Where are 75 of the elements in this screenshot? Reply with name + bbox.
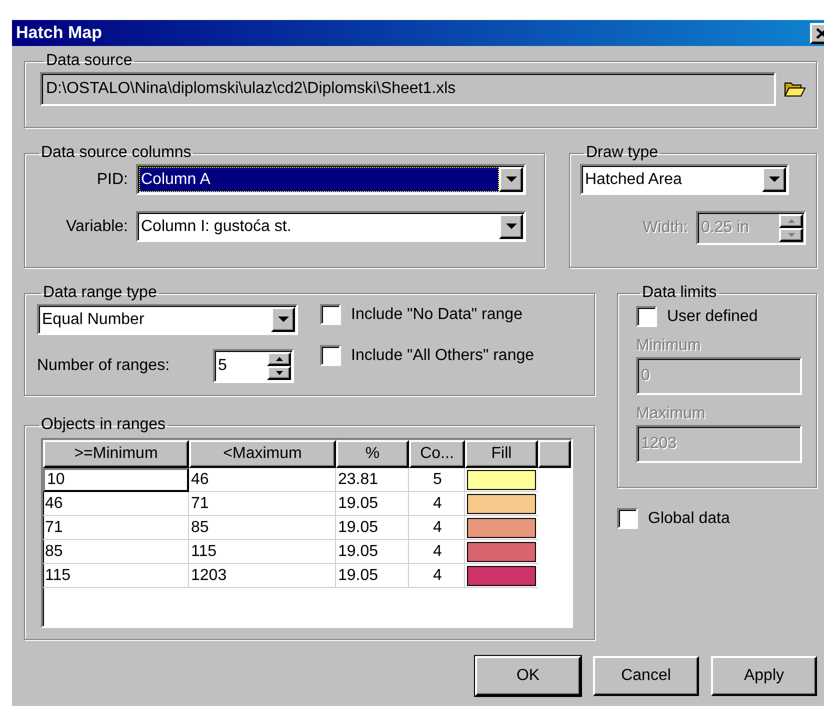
field-label: Minimum [636,337,702,355]
table-cell: 4 [409,540,465,564]
group-label: Data source columns [40,144,192,162]
up-arrow-icon [276,357,282,361]
table-cell: 85 [43,540,189,564]
draw-type-dropdown[interactable]: Hatched Area [580,164,789,195]
group-label: Objects in ranges [40,416,167,434]
limit-field: 0 [636,357,802,395]
caret-icon [768,176,780,183]
table-cell: 1203 [189,564,336,588]
table-cell: 19.05 [336,540,409,564]
spin-down-button[interactable] [779,228,803,242]
color-swatch[interactable] [467,566,536,586]
dialog-button[interactable]: Apply [711,656,817,696]
caret-icon [506,176,516,183]
column-header[interactable]: % [336,440,409,468]
spin-up-button[interactable] [779,214,803,228]
up-arrow-icon [788,219,794,223]
spin-field[interactable]: 5 [213,349,294,383]
table-cell: 23.81 [336,468,409,492]
spin-down-button[interactable] [267,366,291,380]
field-label: PID: [96,170,128,188]
field-label: Maximum [636,405,706,423]
group-label: Data range type [42,284,158,302]
column-header[interactable]: Co... [409,440,465,468]
column-header[interactable]: >=Minimum [43,440,189,468]
caret-icon [278,316,288,323]
color-swatch[interactable] [467,494,536,514]
path-field[interactable]: D:\OSTALO\Nina\diplomski\ulaz\cd2\Diplomski\Sheet1.xls [40,72,776,106]
field-label: Variable: [65,218,128,236]
table-cell: 46 [43,492,189,516]
down-arrow-icon [276,371,282,375]
window-title: Hatch Map [16,23,102,43]
folder-icon[interactable] [784,80,806,98]
table-cell: 4 [409,516,465,540]
spin-up-button[interactable] [267,352,291,366]
dialog-button[interactable]: Cancel [593,656,699,696]
checkbox[interactable]: Include "No Data" range [320,304,534,325]
dropdown-arrow-button[interactable] [499,167,523,192]
color-swatch[interactable] [467,542,536,562]
caret-icon [506,223,516,230]
checkbox[interactable]: Global data [617,508,817,529]
dialog-button[interactable]: OK [475,656,581,696]
dropdown-arrow-button[interactable] [271,307,295,332]
field-label: Number of ranges: [37,357,171,375]
table-cell: 5 [409,468,465,492]
table-cell: 10 [43,468,189,492]
group-label: Data source [45,52,134,70]
group-label: Draw type [585,144,660,162]
column-header[interactable]: <Maximum [189,440,336,468]
table-cell: 4 [409,492,465,516]
column-dropdown[interactable]: Column A [136,164,526,195]
checkbox[interactable]: User defined [636,306,806,327]
limit-field: 1203 [636,425,802,463]
table-cell: 4 [409,564,465,588]
group-label: Data limits [641,284,718,302]
table-cell: 85 [189,516,336,540]
color-swatch[interactable] [467,518,536,538]
range-type-dropdown[interactable]: Equal Number [37,304,298,335]
table-cell: 115 [189,540,336,564]
down-arrow-icon [788,233,794,237]
dropdown-arrow-button[interactable] [762,167,786,192]
checkbox[interactable]: Include "All Others" range [320,345,534,366]
dropdown-arrow-button[interactable] [499,214,523,239]
table-cell: 19.05 [336,492,409,516]
column-header[interactable]: Fill [465,440,538,468]
color-swatch[interactable] [467,470,536,490]
table-cell: 115 [43,564,189,588]
table-cell: 71 [43,516,189,540]
table-cell: 46 [189,468,336,492]
field-label: Width: [642,219,688,237]
table-cell: 19.05 [336,516,409,540]
table-cell: 19.05 [336,564,409,588]
column-dropdown[interactable]: Column I: gustoća st. [136,211,526,242]
table-cell: 71 [189,492,336,516]
